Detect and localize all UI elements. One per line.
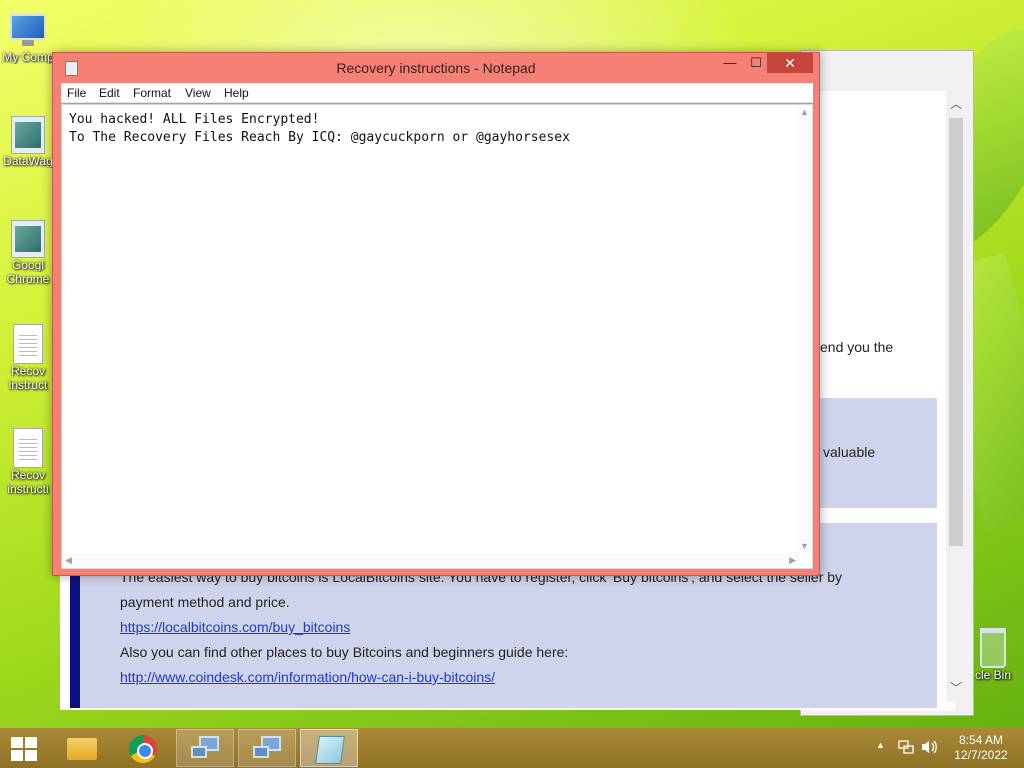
taskbar-notepad[interactable] — [300, 729, 358, 767]
chevron-up-icon[interactable]: ︿ — [946, 94, 966, 114]
system-clock[interactable]: 8:54 AM 12/7/2022 — [944, 733, 1018, 763]
menu-help[interactable]: Help — [224, 86, 249, 100]
desktop-icon-label-line2: Chrome — [6, 272, 50, 286]
menu-file[interactable]: File — [67, 86, 86, 100]
desktop-icon-label: DataWag — [3, 154, 53, 168]
localbitcoins-link[interactable]: https://localbitcoins.com/buy_bitcoins — [120, 619, 350, 635]
network-computers-icon — [191, 736, 221, 762]
windows-logo-icon — [11, 737, 37, 761]
minimize-button[interactable]: — — [717, 53, 743, 73]
app-icon — [11, 220, 45, 258]
notepad-title-bar[interactable]: Recovery instructions - Notepad — ☐ ✕ — [53, 53, 819, 83]
text-document-icon — [13, 324, 43, 364]
editor-line-1: You hacked! ALL Files Encrypted! — [69, 112, 320, 127]
editor-vertical-scrollbar[interactable]: ▲ ▼ — [797, 105, 812, 553]
notepad-window[interactable]: Recovery instructions - Notepad — ☐ ✕ Fi… — [52, 52, 820, 576]
taskbar-network-app-1[interactable] — [176, 729, 234, 767]
desktop-icon-label-line2: instruct — [8, 378, 48, 392]
taskbar-network-app-2[interactable] — [238, 729, 296, 767]
chrome-icon — [129, 735, 157, 763]
menu-format[interactable]: Format — [133, 86, 171, 100]
editor-horizontal-scrollbar[interactable]: ◀ ▶ — [62, 553, 799, 568]
folder-icon — [67, 738, 97, 760]
desktop-icon-label: My Comp — [2, 50, 54, 64]
network-status-icon[interactable] — [898, 739, 914, 755]
browser-vertical-scrollbar[interactable]: ︿ ﹀ — [946, 90, 966, 702]
show-hidden-icons-button[interactable]: ▲ — [876, 740, 885, 768]
page-text-fragment: valuable — [823, 444, 876, 460]
menu-view[interactable]: View — [185, 86, 211, 100]
text-document-icon — [13, 428, 43, 468]
taskbar-file-explorer[interactable] — [52, 729, 110, 767]
chevron-down-icon[interactable]: ﹀ — [946, 678, 966, 698]
desktop-icon-label: Recov — [10, 468, 45, 482]
page-text-line: payment method and price. — [120, 594, 290, 610]
menu-bar: File Edit Format View Help — [61, 83, 813, 103]
scroll-down-arrow-icon[interactable]: ▼ — [800, 541, 809, 551]
coindesk-link[interactable]: http://www.coindesk.com/information/how-… — [120, 669, 495, 685]
desktop-icon-google-chrome[interactable]: Googl Chrome — [0, 220, 56, 286]
close-button[interactable]: ✕ — [767, 53, 813, 73]
taskbar: ▲ 8:54 AM 12/7/2022 — [0, 728, 1024, 768]
clock-date: 12/7/2022 — [954, 748, 1008, 762]
desktop-icon-my-computer[interactable]: My Comp — [0, 10, 56, 64]
page-text-line: Also you can find other places to buy Bi… — [120, 644, 569, 660]
scrollbar-thumb[interactable] — [949, 118, 963, 546]
desktop-icon-datawag[interactable]: DataWag — [0, 116, 56, 168]
page-text-fragment: end you the — [820, 339, 894, 355]
volume-icon[interactable] — [921, 739, 939, 755]
taskbar-chrome[interactable] — [114, 729, 172, 767]
network-computers-icon — [253, 736, 283, 762]
window-title: Recovery instructions - Notepad — [336, 60, 536, 76]
app-icon — [11, 116, 45, 154]
desktop-icon-recovery-instructions-2[interactable]: Recov instructi — [0, 428, 56, 496]
recycle-bin-icon — [980, 628, 1006, 668]
notepad-icon — [315, 736, 345, 764]
menu-edit[interactable]: Edit — [99, 86, 120, 100]
text-editor-area[interactable]: You hacked! ALL Files Encrypted! To The … — [61, 104, 813, 569]
scroll-left-arrow-icon[interactable]: ◀ — [65, 555, 72, 566]
desktop-icon-label: Recov — [10, 364, 45, 378]
editor-line-2: To The Recovery Files Reach By ICQ: @gay… — [69, 130, 570, 145]
maximize-button[interactable]: ☐ — [743, 53, 769, 73]
scroll-right-arrow-icon[interactable]: ▶ — [789, 555, 796, 566]
start-button[interactable] — [0, 729, 48, 767]
scroll-up-arrow-icon[interactable]: ▲ — [800, 107, 809, 117]
clock-time: 8:54 AM — [958, 733, 1004, 747]
desktop-icon-label-line2: instructi — [7, 482, 49, 496]
computer-icon — [6, 10, 50, 50]
desktop-icon-recovery-instructions-1[interactable]: Recov instruct — [0, 324, 56, 392]
desktop-icon-label: Googl — [11, 258, 45, 272]
